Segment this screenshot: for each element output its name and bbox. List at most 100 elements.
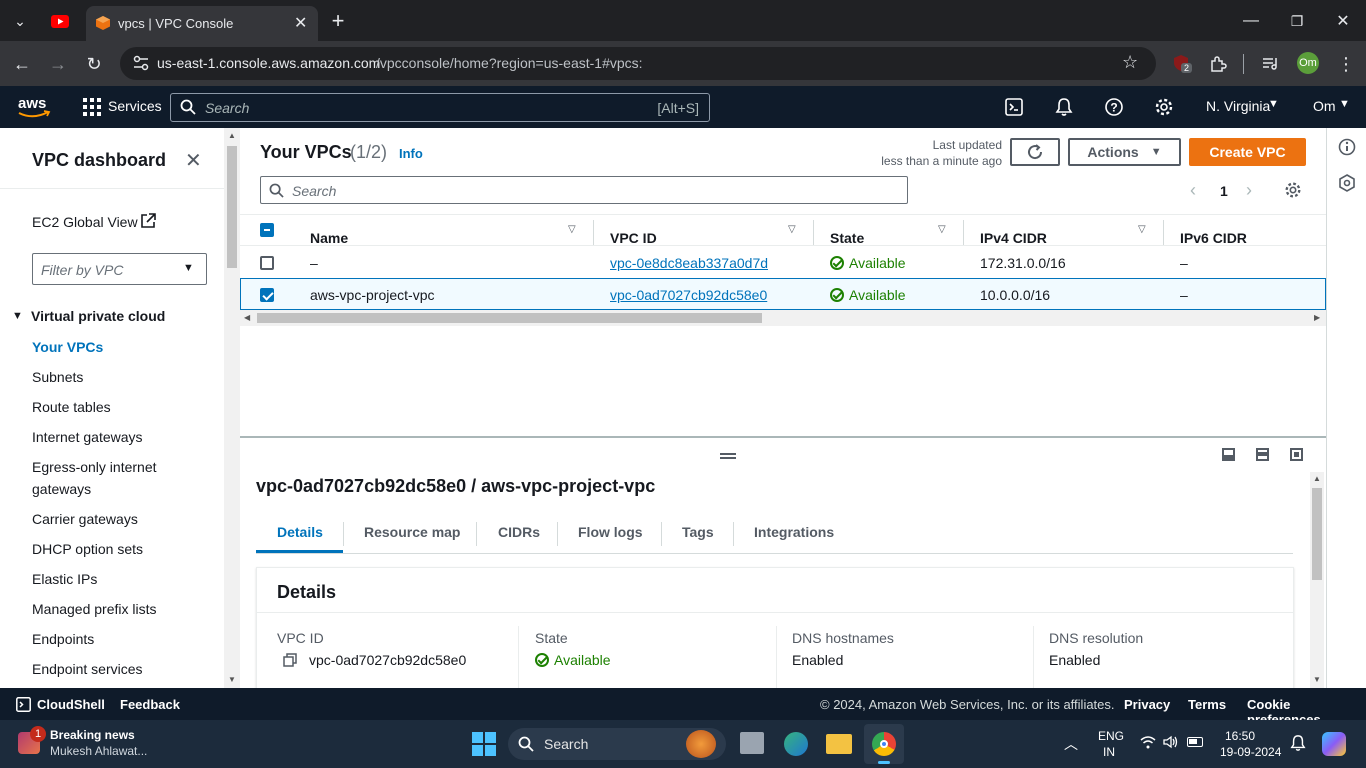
aws-search-input[interactable]: Search [Alt+S] — [170, 93, 710, 122]
new-tab-icon[interactable]: + — [325, 8, 351, 34]
sidebar-item-endpoints[interactable]: Endpoints — [32, 631, 94, 647]
tray-overflow-chevron-icon[interactable]: ︿ — [1064, 734, 1078, 754]
scroll-left-arrow-icon[interactable]: ◀ — [244, 313, 250, 322]
bookmark-star-icon[interactable]: ☆ — [1122, 52, 1138, 73]
cloudshell-footer-link[interactable]: CloudShell — [37, 697, 105, 712]
panel-hide-icon[interactable] — [1290, 448, 1303, 461]
reload-icon[interactable]: ↻ — [81, 51, 107, 77]
media-controls-icon[interactable] — [1258, 51, 1284, 77]
section-virtual-private-cloud[interactable]: Virtual private cloud — [31, 308, 165, 324]
minimize-window-icon[interactable]: — — [1228, 8, 1274, 34]
resources-panel-icon[interactable] — [1338, 174, 1356, 192]
scroll-down-arrow-icon[interactable]: ▼ — [228, 675, 236, 684]
table-row-selected[interactable]: aws-vpc-project-vpc vpc-0ad7027cb92dc58e… — [240, 278, 1326, 310]
create-vpc-button[interactable]: Create VPC — [1189, 138, 1306, 166]
tab-flow-logs[interactable]: Flow logs — [578, 524, 643, 540]
tab-details[interactable]: Details — [277, 524, 323, 540]
sidebar-scroll-thumb[interactable] — [227, 146, 237, 268]
privacy-link[interactable]: Privacy — [1124, 697, 1170, 712]
account-menu[interactable]: Om — [1313, 98, 1336, 114]
sidebar-item-egress-only-gateways[interactable]: Egress-only internet — [32, 459, 157, 475]
close-tab-icon[interactable]: ✕ — [294, 13, 307, 33]
chrome-taskbar-button[interactable] — [864, 724, 904, 764]
restore-window-icon[interactable]: ❐ — [1274, 8, 1320, 34]
row-vpc-id-link[interactable]: vpc-0e8dc8eab337a0d7d — [610, 255, 768, 271]
terms-link[interactable]: Terms — [1188, 697, 1226, 712]
notifications-bell-icon[interactable] — [1055, 97, 1073, 117]
detail-scroll-thumb[interactable] — [1312, 488, 1322, 580]
file-explorer-icon[interactable] — [826, 734, 852, 754]
battery-icon[interactable] — [1187, 737, 1203, 747]
cloudshell-footer-icon[interactable] — [16, 697, 31, 712]
news-subtitle[interactable]: Mukesh Ahlawat... — [50, 744, 147, 758]
site-settings-icon[interactable] — [132, 54, 150, 72]
sidebar-item-dhcp-option-sets[interactable]: DHCP option sets — [32, 541, 143, 557]
clock-time[interactable]: 16:50 — [1225, 729, 1255, 743]
region-caret-icon[interactable]: ▼ — [1268, 98, 1279, 110]
info-panel-icon[interactable] — [1338, 138, 1356, 156]
sidebar-scrollbar[interactable]: ▲ ▼ — [224, 128, 240, 688]
table-horizontal-scrollbar[interactable]: ◀ ▶ — [240, 310, 1326, 326]
cloudshell-icon[interactable] — [1005, 98, 1023, 116]
scroll-right-arrow-icon[interactable]: ▶ — [1314, 313, 1320, 322]
language-line2[interactable]: IN — [1103, 745, 1115, 759]
active-browser-tab[interactable]: vpcs | VPC Console ✕ — [86, 6, 318, 41]
sidebar-item-elastic-ips[interactable]: Elastic IPs — [32, 571, 97, 587]
volume-icon[interactable] — [1163, 735, 1179, 749]
address-bar[interactable]: us-east-1.console.aws.amazon.com /vpccon… — [120, 47, 1156, 80]
row-checkbox-checked[interactable] — [260, 288, 274, 302]
task-view-icon[interactable] — [740, 732, 764, 754]
sidebar-item-route-tables[interactable]: Route tables — [32, 399, 111, 415]
sidebar-title[interactable]: VPC dashboard — [32, 150, 166, 171]
forward-arrow-icon[interactable]: → — [45, 51, 71, 77]
feedback-link[interactable]: Feedback — [120, 697, 180, 712]
next-page-icon[interactable]: › — [1246, 180, 1252, 201]
tab-integrations[interactable]: Integrations — [754, 524, 834, 540]
section-collapse-caret-icon[interactable]: ▼ — [12, 310, 23, 322]
copy-icon[interactable] — [283, 653, 297, 667]
close-window-icon[interactable]: ✕ — [1320, 8, 1366, 34]
row-checkbox[interactable] — [260, 256, 274, 270]
services-grid-icon[interactable] — [83, 98, 101, 116]
wifi-icon[interactable] — [1140, 736, 1156, 749]
notification-bell-icon[interactable] — [1290, 734, 1306, 752]
language-line1[interactable]: ENG — [1098, 729, 1124, 743]
sort-state-icon[interactable]: ▽ — [938, 224, 946, 235]
edge-browser-icon[interactable] — [784, 732, 808, 756]
vpc-search-input[interactable]: Search — [260, 176, 908, 204]
copilot-icon[interactable] — [1322, 732, 1346, 756]
scroll-up-arrow-icon[interactable]: ▲ — [228, 131, 236, 140]
windows-start-icon[interactable] — [472, 732, 496, 756]
resize-handle-icon[interactable] — [720, 453, 736, 459]
refresh-button[interactable] — [1010, 138, 1060, 166]
sidebar-item-internet-gateways[interactable]: Internet gateways — [32, 429, 143, 445]
sidebar-item-subnets[interactable]: Subnets — [32, 369, 83, 385]
sidebar-item-egress-only-gateways-line2[interactable]: gateways — [32, 481, 91, 497]
detail-scrollbar[interactable]: ▲ ▼ — [1310, 472, 1324, 688]
close-sidebar-icon[interactable]: ✕ — [185, 148, 202, 173]
previous-page-icon[interactable]: ‹ — [1190, 180, 1196, 201]
panel-side-icon[interactable] — [1256, 448, 1269, 461]
external-link-icon[interactable] — [140, 213, 156, 229]
scroll-down-arrow-icon[interactable]: ▼ — [1313, 675, 1321, 684]
account-caret-icon[interactable]: ▼ — [1339, 98, 1350, 110]
extensions-puzzle-icon[interactable] — [1205, 51, 1231, 77]
sort-vpc-id-icon[interactable]: ▽ — [788, 224, 796, 235]
profile-avatar[interactable]: Om — [1297, 52, 1319, 74]
sidebar-item-carrier-gateways[interactable]: Carrier gateways — [32, 511, 138, 527]
sort-name-icon[interactable]: ▽ — [568, 224, 576, 235]
table-scroll-thumb[interactable] — [257, 313, 762, 323]
news-title[interactable]: Breaking news — [50, 728, 135, 742]
sidebar-item-your-vpcs[interactable]: Your VPCs — [32, 339, 103, 355]
back-arrow-icon[interactable]: ← — [9, 51, 35, 77]
help-icon[interactable]: ? — [1104, 97, 1124, 117]
panel-bottom-icon[interactable] — [1222, 448, 1235, 461]
extension-shield-icon[interactable]: 2 — [1172, 54, 1193, 73]
tab-cidrs[interactable]: CIDRs — [498, 524, 540, 540]
sidebar-item-endpoint-services[interactable]: Endpoint services — [32, 661, 143, 677]
tab-list-chevron-icon[interactable]: ⌄ — [7, 8, 33, 34]
youtube-tab-icon[interactable] — [47, 8, 73, 34]
tab-tags[interactable]: Tags — [682, 524, 714, 540]
table-row[interactable]: – vpc-0e8dc8eab337a0d7d Available 172.31… — [240, 246, 1326, 278]
services-menu[interactable]: Services — [108, 98, 162, 114]
